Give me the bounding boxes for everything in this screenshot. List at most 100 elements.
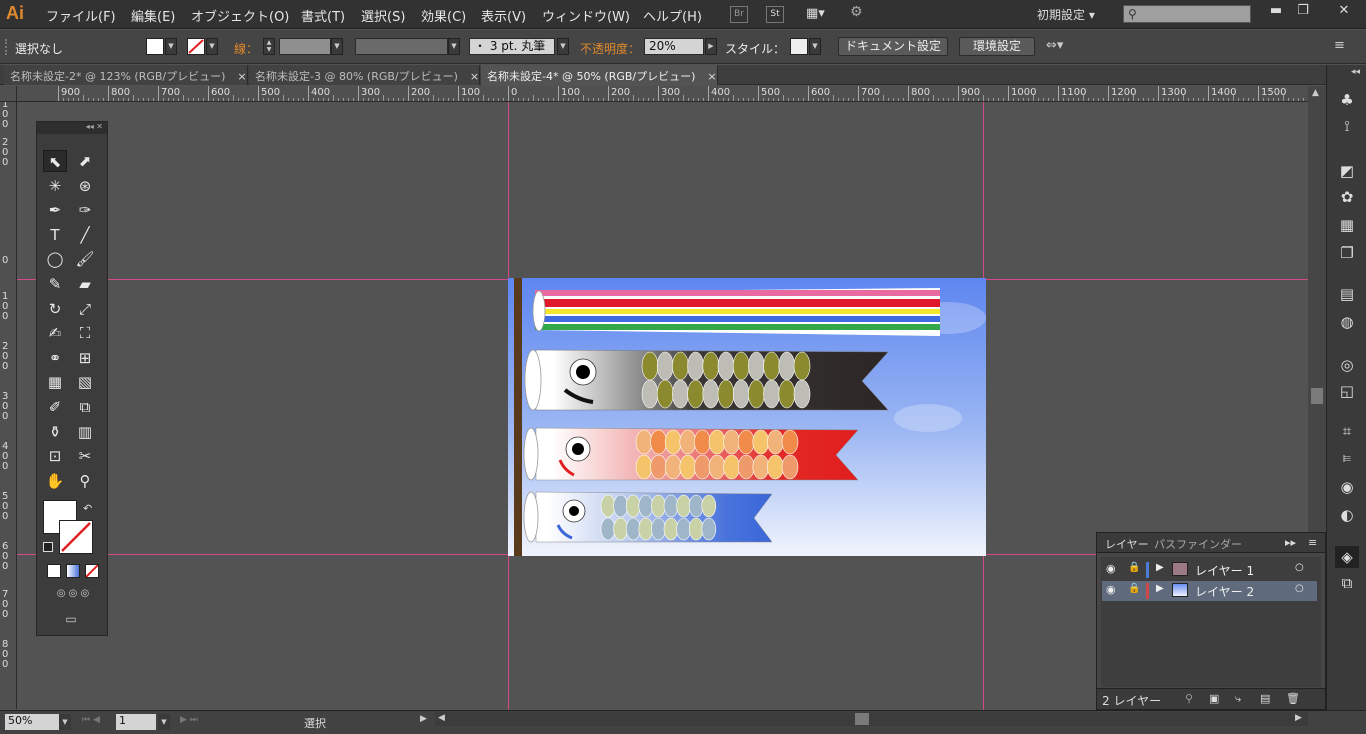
control-menu-icon[interactable]: ≡	[1334, 38, 1345, 53]
gpu-performance-icon[interactable]: ⚙	[850, 4, 872, 24]
brushes-panel-icon[interactable]: ⟟	[1335, 115, 1359, 137]
scroll-right-icon[interactable]: ▶	[1295, 713, 1302, 723]
status-mode[interactable]: 選択	[304, 715, 326, 731]
target-circle-icon[interactable]: ○	[1295, 583, 1304, 594]
shape-builder-tool-icon[interactable]: ⚭	[43, 347, 67, 369]
fill-dropdown[interactable]: ▼	[165, 38, 177, 55]
draw-mode-icons[interactable]: ◎ ◎ ◎	[45, 588, 101, 602]
expand-arrow-icon[interactable]: ▶	[1156, 583, 1164, 594]
stroke-weight-field[interactable]	[279, 38, 331, 55]
tab-document-4[interactable]: 名称未設定-4* @ 50% (RGB/プレビュー) ×	[481, 65, 718, 85]
tab-layers[interactable]: レイヤー	[1105, 536, 1149, 552]
artboard-dropdown[interactable]: ▼	[158, 714, 170, 730]
stroke-label[interactable]: 線：	[234, 40, 258, 57]
tab-pathfinder[interactable]: パスファインダー	[1154, 536, 1242, 552]
hscroll-thumb[interactable]	[855, 713, 869, 725]
swatches-panel-icon[interactable]: ▦	[1335, 214, 1359, 236]
blob-brush-tool-icon[interactable]: ✎	[43, 273, 67, 295]
opacity-field[interactable]: 20%	[644, 38, 704, 55]
visibility-eye-icon[interactable]: ◉	[1106, 562, 1116, 575]
workspace-switcher[interactable]: 初期設定 ▾	[1037, 6, 1095, 23]
scroll-thumb[interactable]	[1311, 388, 1323, 404]
gradient-mode-icon[interactable]	[66, 564, 80, 578]
menu-view[interactable]: 表示(V)	[481, 6, 526, 25]
menu-select[interactable]: 選択(S)	[361, 6, 405, 25]
mesh-tool-icon[interactable]: ▦	[43, 371, 67, 393]
color-guide-panel-icon[interactable]: ◩	[1335, 160, 1359, 182]
preferences-button[interactable]: 環境設定	[959, 37, 1035, 56]
stroke-panel-icon[interactable]: ◉	[1335, 476, 1359, 498]
tools-panel[interactable]: ◂◂ ✕ ⬉ ⬈ ✳ ⊛ ✒ ✑ T ╱ ◯ 🖌 ✎ ▰ ↻ ⤢ ✍ ⛶ ⚭ ⊞ ▦ ▧ ✐ ⧉ ⚱ ▥ ⊡ ✂ ✋ ⚲ ↶ ◎ ◎ …	[36, 121, 108, 636]
target-circle-icon[interactable]: ○	[1295, 562, 1304, 573]
zoom-field[interactable]: 50%	[5, 714, 59, 730]
artboard[interactable]	[508, 278, 986, 556]
minimize-button[interactable]: ▬	[1261, 2, 1291, 20]
slice-tool-icon[interactable]: ✂	[73, 445, 97, 467]
first-artboard-icon[interactable]: ⏮ ◀	[82, 715, 100, 725]
stroke-color-box[interactable]	[59, 520, 93, 554]
layers-panel[interactable]: レイヤー パスファインダー ▸▸ ≡ ◉ 🔒 ▶ レイヤー 1 ○ ◉ 🔒 ▶ …	[1096, 532, 1326, 710]
horizontal-ruler[interactable]: 900 800 700 600 500 400 300 200 100 0 100 200 300 400…	[17, 86, 1308, 102]
opacity-dropdown[interactable]: ▶	[705, 38, 717, 55]
stroke-weight-dropdown[interactable]: ▼	[331, 38, 343, 55]
new-sublayer-icon[interactable]: ⤷	[1235, 692, 1241, 706]
selection-tool-icon[interactable]: ⬉	[43, 150, 67, 172]
vertical-ruler[interactable]: 100 200 0 100 200 300 400 500 600 700 800	[0, 86, 17, 709]
close-tab-icon[interactable]: ×	[237, 70, 246, 83]
menu-edit[interactable]: 編集(E)	[131, 6, 175, 25]
artboard-tool-icon[interactable]: ⊡	[43, 445, 67, 467]
lock-icon[interactable]: 🔒	[1128, 583, 1140, 594]
scroll-up-icon[interactable]: ▲	[1312, 88, 1319, 98]
expand-arrow-icon[interactable]: ▶	[1156, 562, 1164, 573]
close-tab-icon[interactable]: ×	[470, 70, 479, 83]
swap-colors-icon[interactable]: ↶	[83, 502, 92, 515]
screen-mode-icon[interactable]: ▭	[59, 612, 83, 626]
scale-tool-icon[interactable]: ⤢	[73, 298, 97, 320]
ellipse-tool-icon[interactable]: ◯	[43, 248, 67, 270]
column-graph-tool-icon[interactable]: ▥	[73, 421, 97, 443]
none-mode-icon[interactable]	[85, 564, 99, 578]
color-mode-icon[interactable]	[47, 564, 61, 578]
rotate-tool-icon[interactable]: ↻	[43, 298, 67, 320]
warp-tool-icon[interactable]: ✍	[43, 322, 67, 344]
transform-panel-icon[interactable]: ⌗	[1335, 420, 1359, 442]
blend-tool-icon[interactable]: ⧉	[73, 396, 97, 418]
pen-tool-icon[interactable]: ✒	[43, 199, 67, 221]
menu-type[interactable]: 書式(T)	[301, 6, 345, 25]
libraries-panel-icon[interactable]: ❐	[1335, 242, 1359, 264]
menu-effect[interactable]: 効果(C)	[421, 6, 466, 25]
gradient-tool-icon[interactable]: ▧	[73, 371, 97, 393]
eyedropper-tool-icon[interactable]: ✐	[43, 396, 67, 418]
next-artboard-icon[interactable]: ▶ ⏭	[180, 715, 198, 725]
horizontal-scrollbar[interactable]: ◀ ▶	[435, 712, 1308, 726]
help-search-input[interactable]: ⚲	[1123, 5, 1251, 23]
graphic-styles-panel-icon[interactable]: ◱	[1335, 380, 1359, 402]
appearance-panel-icon[interactable]: ◎	[1335, 354, 1359, 376]
collapse-panel-icon[interactable]: ▸▸	[1285, 536, 1296, 549]
type-tool-icon[interactable]: T	[43, 224, 67, 246]
stroke-weight-stepper[interactable]: ▲ ▼	[263, 38, 275, 55]
make-clipping-mask-icon[interactable]: ▣	[1209, 692, 1219, 705]
layer-name[interactable]: レイヤー 1	[1195, 562, 1254, 579]
brush-definition[interactable]: ・ 3 pt. 丸筆	[469, 38, 555, 55]
curvature-tool-icon[interactable]: ✑	[73, 199, 97, 221]
brush-dropdown[interactable]: ▼	[557, 38, 569, 55]
artboard-number-field[interactable]: 1	[116, 714, 156, 730]
lock-icon[interactable]: 🔒	[1128, 562, 1140, 573]
artboards-panel-icon[interactable]: ◐	[1335, 504, 1359, 526]
tab-document-3[interactable]: 名称未設定-3 @ 80% (RGB/プレビュー) ×	[249, 65, 480, 85]
graphic-style-dropdown[interactable]: ▼	[809, 38, 821, 55]
hand-tool-icon[interactable]: ✋	[43, 470, 67, 492]
menu-object[interactable]: オブジェクト(O)	[191, 6, 289, 25]
symbol-sprayer-tool-icon[interactable]: ⚱	[43, 421, 67, 443]
tab-document-2[interactable]: 名称未設定-2* @ 123% (RGB/プレビュー) ×	[4, 65, 248, 85]
direct-selection-tool-icon[interactable]: ⬈	[73, 150, 97, 172]
stroke-swatch[interactable]	[187, 38, 205, 55]
restore-button[interactable]: ❐	[1288, 2, 1318, 20]
grip-handle[interactable]	[5, 39, 8, 55]
opacity-label[interactable]: 不透明度：	[580, 40, 640, 57]
layer-row-1[interactable]: ◉ 🔒 ▶ レイヤー 1 ○	[1102, 560, 1317, 580]
magic-wand-tool-icon[interactable]: ✳	[43, 175, 67, 197]
locate-object-icon[interactable]: ⚲	[1185, 692, 1193, 705]
document-setup-button[interactable]: ドキュメント設定	[838, 37, 948, 56]
